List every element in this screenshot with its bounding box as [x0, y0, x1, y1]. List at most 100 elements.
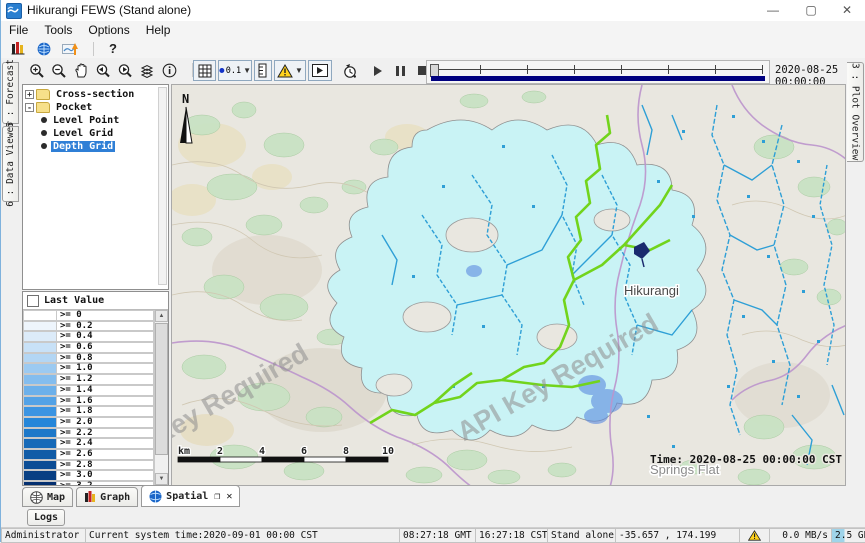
- legend-row[interactable]: >= 2.4: [23, 438, 154, 449]
- legend-color-swatch: [23, 438, 57, 449]
- sidebar-tab-plot-overview[interactable]: 3 : Plot Overview: [847, 62, 864, 162]
- thresholds-dropdown[interactable]: ▼: [274, 60, 306, 81]
- legend-class-label: >= 0.4: [57, 331, 154, 342]
- tab-map[interactable]: Map: [22, 487, 73, 507]
- time-series-display-button[interactable]: [7, 40, 29, 57]
- status-user: Administrator: [1, 528, 85, 543]
- time-span-bar: [431, 76, 765, 81]
- profile-display-button[interactable]: [59, 40, 81, 57]
- sidebar-tab-forecast[interactable]: 5 : Forecast: [2, 62, 19, 124]
- legend-row[interactable]: >= 1.8: [23, 406, 154, 417]
- animation-dialog-button[interactable]: [308, 60, 332, 81]
- svg-text:N: N: [182, 92, 189, 106]
- legend-color-swatch: [23, 396, 57, 407]
- menu-options[interactable]: Options: [84, 22, 137, 38]
- legend-row[interactable]: >= 0.6: [23, 342, 154, 353]
- menu-tools[interactable]: Tools: [40, 22, 80, 38]
- bar-chart-icon: [84, 491, 96, 503]
- globe-wire-icon: [30, 491, 43, 504]
- tree-item-level-grid[interactable]: Level Grid: [25, 127, 166, 139]
- pan-button[interactable]: [71, 60, 91, 81]
- zoom-out-button[interactable]: [49, 60, 69, 81]
- logs-tab[interactable]: Logs: [27, 509, 65, 526]
- status-transfer-rate: 0.0 MB/s: [769, 528, 831, 543]
- zoom-in-button[interactable]: [27, 60, 47, 81]
- sidebar-tab-data-viewer[interactable]: 6 : Data Viewer: [2, 126, 19, 202]
- tree-item-cross-section[interactable]: + Cross-section: [25, 88, 166, 100]
- tree-item-depth-grid[interactable]: Depth Grid: [25, 140, 166, 152]
- legend-row[interactable]: >= 0: [23, 310, 154, 321]
- app-logo-icon: [6, 3, 22, 19]
- legend-row[interactable]: >= 3.0: [23, 470, 154, 481]
- legend-row[interactable]: >= 1.6: [23, 396, 154, 407]
- play-button[interactable]: [369, 60, 387, 81]
- legend-row[interactable]: >= 3.2: [23, 481, 154, 485]
- collapse-icon[interactable]: -: [25, 103, 34, 112]
- legend-row[interactable]: >= 1.2: [23, 374, 154, 385]
- spatial-display-button[interactable]: [33, 40, 55, 57]
- last-value-checkbox[interactable]: [27, 295, 39, 307]
- tree-item-level-point[interactable]: Level Point: [25, 114, 166, 126]
- status-warning-cell[interactable]: [739, 528, 769, 543]
- legend-row[interactable]: >= 0.8: [23, 353, 154, 364]
- maximize-button[interactable]: ▢: [794, 0, 828, 21]
- legend-color-swatch: [23, 374, 57, 385]
- tab-graph[interactable]: Graph: [76, 487, 138, 507]
- main-toolbar: ?: [1, 39, 865, 58]
- zoom-next-button[interactable]: [115, 60, 135, 81]
- legend-row[interactable]: >= 1.4: [23, 385, 154, 396]
- time-settings-button[interactable]: [339, 60, 361, 81]
- tree-item-pocket[interactable]: - Pocket: [25, 101, 166, 113]
- grid-display-button[interactable]: [193, 60, 216, 81]
- tree-scrollbar[interactable]: [158, 87, 167, 285]
- legend-class-label: >= 3.2: [57, 481, 154, 485]
- legend-row[interactable]: >= 0.2: [23, 321, 154, 332]
- zoom-previous-button[interactable]: [93, 60, 113, 81]
- legend-class-label: >= 1.2: [57, 374, 154, 385]
- scrollbar-thumb[interactable]: [155, 323, 168, 455]
- expand-icon[interactable]: +: [25, 90, 34, 99]
- tab-spatial[interactable]: Spatial ❐ ✕: [141, 485, 240, 507]
- help-button[interactable]: ?: [102, 40, 124, 57]
- scroll-up-icon[interactable]: ▲: [155, 310, 168, 322]
- class-break-interval-dropdown[interactable]: 0.1 ▼: [218, 60, 252, 81]
- time-slider-track: [433, 69, 763, 70]
- legend-ruler-button[interactable]: [254, 60, 272, 81]
- interval-value: 0.1: [226, 66, 241, 76]
- legend-row[interactable]: >= 2.0: [23, 417, 154, 428]
- tab-close-icon[interactable]: ✕: [226, 491, 232, 502]
- pause-button[interactable]: [391, 60, 409, 81]
- folder-icon: [36, 89, 50, 100]
- legend-row[interactable]: >= 2.6: [23, 449, 154, 460]
- folder-icon: [36, 102, 50, 113]
- scroll-down-icon[interactable]: ▼: [155, 473, 168, 485]
- legend-class-label: >= 0.8: [57, 353, 154, 364]
- legend-row[interactable]: >= 2.2: [23, 428, 154, 439]
- menu-bar: File Tools Options Help: [1, 21, 865, 39]
- tab-maximize-icon[interactable]: ❐: [214, 491, 220, 502]
- status-gmt-time: 08:27:18 GMT: [399, 528, 475, 543]
- legend-scrollbar[interactable]: ▲ ▼: [154, 310, 168, 485]
- minimize-button[interactable]: —: [756, 0, 790, 21]
- profile-chart-icon: [62, 42, 78, 56]
- spatial-map-view[interactable]: API Key Required API Key Required Hikura…: [171, 84, 846, 486]
- menu-file[interactable]: File: [5, 22, 36, 38]
- legend-color-swatch: [23, 417, 57, 428]
- globe-icon: [149, 490, 162, 503]
- legend-color-swatch: [23, 481, 57, 485]
- chevron-down-icon: ▼: [243, 66, 251, 75]
- legend-color-swatch: [23, 321, 57, 332]
- legend-color-swatch: [23, 406, 57, 417]
- close-button[interactable]: ✕: [830, 0, 864, 21]
- bar-chart-icon: [11, 42, 25, 55]
- legend-class-label: >= 2.6: [57, 449, 154, 460]
- legend-row[interactable]: >= 2.8: [23, 460, 154, 471]
- legend-color-swatch: [23, 428, 57, 439]
- menu-help[interactable]: Help: [142, 22, 179, 38]
- dot-icon: [219, 67, 225, 74]
- time-slider[interactable]: [426, 60, 770, 84]
- legend-row[interactable]: >= 0.4: [23, 331, 154, 342]
- legend-row[interactable]: >= 1.0: [23, 363, 154, 374]
- layers-button[interactable]: [137, 60, 157, 81]
- info-button[interactable]: [159, 60, 179, 81]
